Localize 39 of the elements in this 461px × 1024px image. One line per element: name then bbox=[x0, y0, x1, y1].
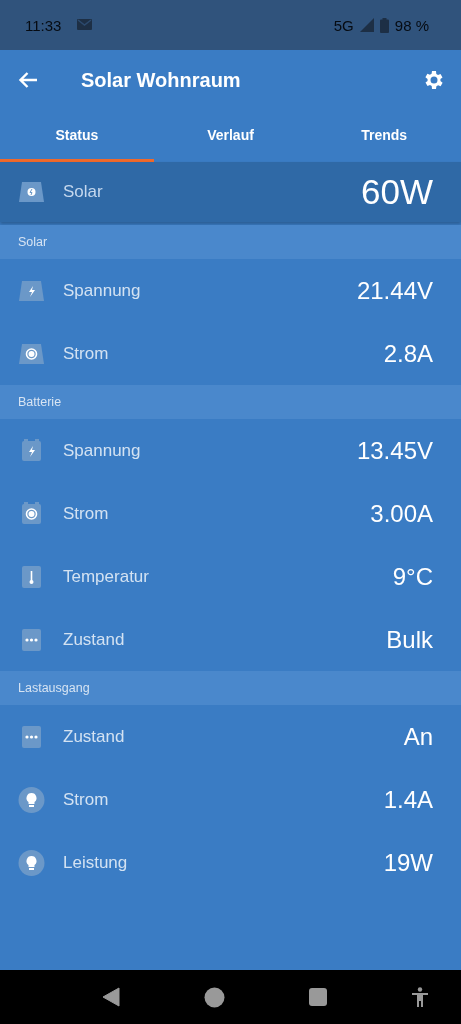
row-label: Strom bbox=[63, 789, 109, 810]
back-icon[interactable] bbox=[102, 987, 120, 1007]
row-label: Temperatur bbox=[63, 566, 149, 587]
tab[interactable]: Trends bbox=[307, 110, 461, 162]
row-label: Zustand bbox=[63, 726, 125, 747]
section-header: Solar bbox=[0, 225, 461, 259]
accessibility-icon[interactable] bbox=[411, 986, 429, 1008]
row-label: Zustand bbox=[63, 629, 125, 650]
row-label: Spannung bbox=[63, 280, 141, 301]
battery-icon bbox=[379, 17, 389, 33]
row-label: Strom bbox=[63, 343, 109, 364]
network-type: 5G bbox=[333, 16, 354, 34]
tab[interactable]: Verlauf bbox=[153, 110, 308, 162]
row-value: An bbox=[403, 722, 433, 751]
row-value: 60W bbox=[361, 172, 433, 212]
row-value: 19W bbox=[383, 848, 433, 877]
row-value: 3.00A bbox=[370, 499, 433, 528]
battery-level: 98 % bbox=[394, 16, 429, 34]
section-header: Batterie bbox=[0, 385, 461, 419]
screen-title: Solar Wohnraum bbox=[81, 68, 241, 92]
row-label: Spannung bbox=[63, 440, 141, 461]
row-value: 2.8A bbox=[383, 339, 433, 368]
section-header: Lastausgang bbox=[0, 671, 461, 705]
row-value: 1.4A bbox=[383, 785, 433, 814]
solar-panel-icon bbox=[18, 181, 45, 203]
row-label: Leistung bbox=[63, 852, 128, 873]
row-value: 21.44V bbox=[356, 276, 433, 305]
clock: 11:33 bbox=[25, 16, 62, 34]
bulb-icon bbox=[18, 849, 45, 876]
row-value: 13.45V bbox=[356, 436, 433, 465]
mail-icon bbox=[77, 19, 94, 31]
home-icon[interactable] bbox=[204, 986, 225, 1008]
row-label: Solar bbox=[63, 182, 103, 202]
row-label: Strom bbox=[63, 503, 109, 524]
signal-icon bbox=[359, 18, 374, 32]
back-arrow-icon[interactable] bbox=[18, 71, 38, 89]
bulb-icon bbox=[18, 786, 45, 813]
row-value: 9°C bbox=[392, 562, 433, 591]
row-value: Bulk bbox=[386, 625, 433, 654]
